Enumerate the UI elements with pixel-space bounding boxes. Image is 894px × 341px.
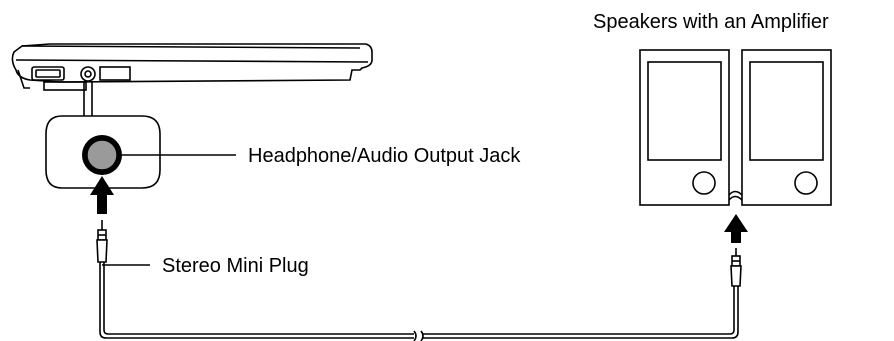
jack-label: Headphone/Audio Output Jack <box>248 145 521 167</box>
plug-label: Stereo Mini Plug <box>162 255 309 277</box>
stereo-mini-plug-icon-right <box>730 248 742 287</box>
up-arrow-icon-right <box>724 214 748 243</box>
jack-closeup-panel <box>45 115 236 189</box>
laptop-side-view-icon <box>11 43 373 116</box>
connection-diagram: Speakers with an Amplifier Headphone/Aud… <box>11 11 832 341</box>
speaker-pair-icon <box>639 49 832 206</box>
audio-jack-icon <box>82 135 122 175</box>
cable-break-mark <box>413 330 424 341</box>
stereo-mini-plug-icon <box>96 220 150 266</box>
speakers-label: Speakers with an Amplifier <box>593 11 829 33</box>
